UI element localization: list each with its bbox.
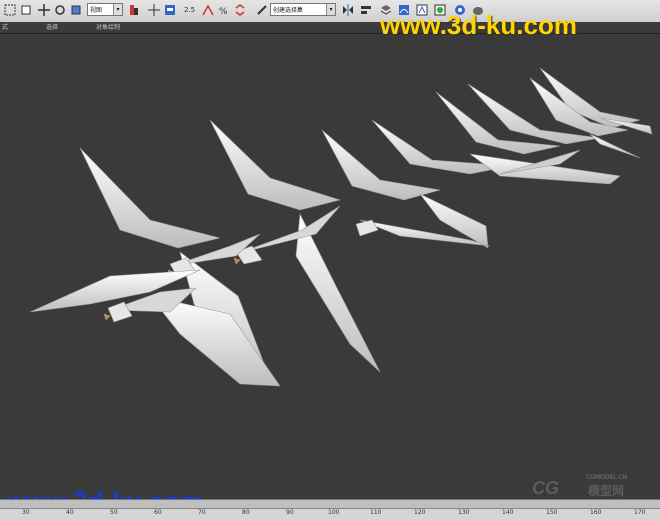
viewport-dropdown-value: 视图 (90, 7, 103, 14)
timeline-tick: 50 (110, 509, 118, 516)
timeline-tick: 40 (66, 509, 74, 516)
ribbon-item-select[interactable]: 选择 (46, 22, 58, 33)
cg-logo: CG (532, 478, 559, 498)
spinner-snap-icon[interactable] (234, 4, 246, 16)
cg-name: 模型网 (588, 484, 625, 498)
timeline[interactable]: 30 40 50 60 70 80 90 100 110 120 130 140… (0, 499, 660, 520)
selection-set-value: 创建选择集 (273, 7, 304, 14)
viewport-scene (0, 34, 660, 499)
align-icon[interactable] (360, 4, 372, 16)
ribbon-item-object-paint[interactable]: 对象绘制 (96, 22, 120, 33)
mirror-icon[interactable] (342, 4, 354, 16)
timeline-tick: 120 (414, 509, 426, 516)
ribbon-item-mode[interactable]: 式 (2, 22, 8, 33)
3d-viewport[interactable] (0, 34, 660, 499)
timeline-tick: 30 (22, 509, 30, 516)
snap-toggle-icon[interactable]: 2.5 (184, 4, 202, 16)
keyboard-shortcut-icon[interactable] (164, 4, 176, 16)
edit-named-selection-icon[interactable] (256, 4, 268, 16)
timeline-tick: 150 (546, 509, 558, 516)
timeline-tick: 160 (590, 509, 602, 516)
timeline-tick: 60 (154, 509, 162, 516)
timeline-tick: 100 (328, 509, 340, 516)
select-region-icon[interactable] (20, 4, 32, 16)
move-icon[interactable] (38, 4, 50, 16)
snap-value: 2.5 (184, 6, 196, 14)
rotate-icon[interactable] (54, 4, 66, 16)
timeline-tick: 90 (286, 509, 294, 516)
viewport-dropdown[interactable]: 视图 ▾ (87, 3, 123, 16)
timeline-tick: 170 (634, 509, 646, 516)
scale-icon[interactable] (70, 4, 82, 16)
cg-url: CGMODEL.CN (586, 474, 628, 481)
watermark-top: www.3d-ku.com (380, 10, 577, 40)
percent-snap-icon[interactable]: % (218, 4, 230, 16)
select-rect-icon[interactable] (4, 4, 16, 16)
timeline-tick: 70 (198, 509, 206, 516)
chevron-down-icon: ▾ (113, 4, 122, 15)
svg-text:%: % (219, 7, 228, 16)
timeline-tick: 110 (370, 509, 382, 516)
selection-set-dropdown[interactable]: 创建选择集 ▾ (270, 3, 336, 16)
chevron-down-icon: ▾ (326, 4, 335, 15)
angle-snap-icon[interactable] (202, 4, 214, 16)
timeline-tick: 140 (502, 509, 514, 516)
timeline-tick: 80 (242, 509, 250, 516)
pivot-icon[interactable] (128, 4, 140, 16)
select-manipulate-icon[interactable] (148, 4, 160, 16)
timeline-tick: 130 (458, 509, 470, 516)
